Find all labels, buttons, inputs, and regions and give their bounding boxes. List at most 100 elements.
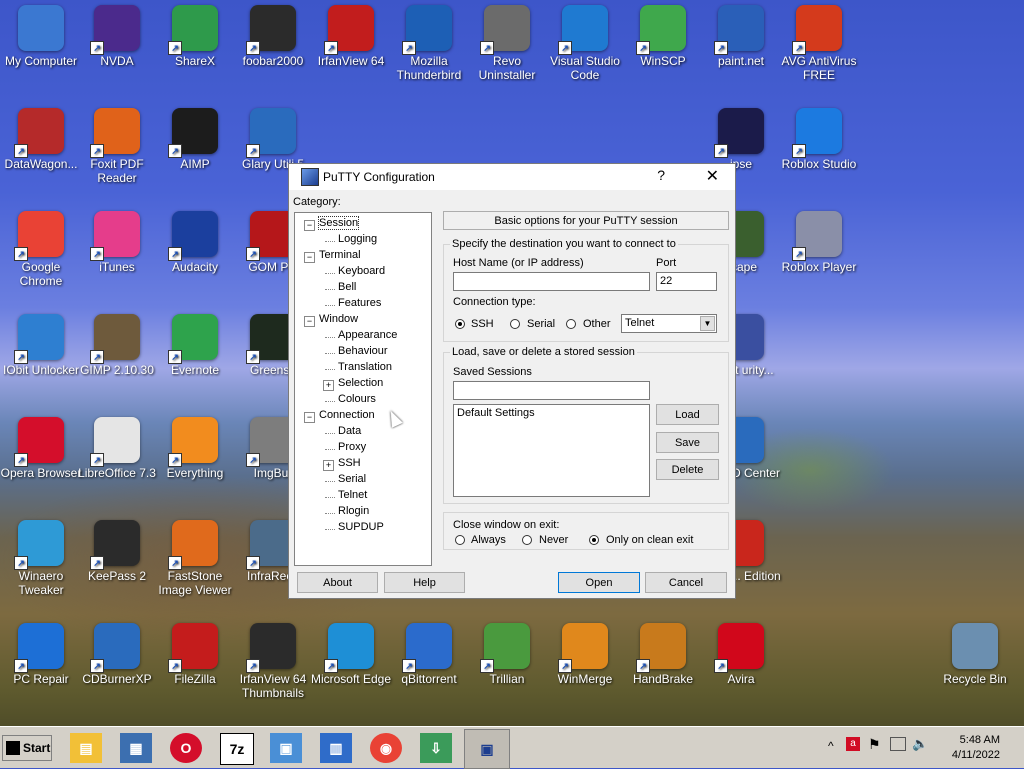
desktop-icon[interactable]: ↗ FileZilla	[154, 623, 236, 686]
control-panel-icon[interactable]: ▣	[270, 733, 302, 763]
chrome-icon[interactable]: ◉	[370, 733, 402, 763]
desktop-icon[interactable]: ↗ IObit Unlocker	[0, 314, 82, 377]
radio-clean-exit[interactable]	[589, 535, 599, 545]
file-explorer-icon[interactable]: ▤	[70, 733, 102, 763]
desktop-icon[interactable]: ↗ AVG AntiVirus FREE	[778, 5, 860, 82]
tree-item[interactable]: Translation	[338, 361, 392, 373]
volume-icon[interactable]: 🔈	[912, 736, 928, 752]
other-protocol-select[interactable]: Telnet ▼	[621, 314, 717, 333]
tree-item[interactable]: Bell	[338, 281, 356, 293]
help-question-icon[interactable]: ?	[657, 167, 665, 183]
desktop-icon[interactable]: ↗ Roblox Player	[778, 211, 860, 274]
desktop-icon[interactable]: ↗ NVDA	[76, 5, 158, 68]
tree-item[interactable]: Data	[338, 425, 361, 437]
collapse-icon[interactable]: −	[304, 220, 315, 231]
desktop-icon[interactable]: ↗ Google Chrome	[0, 211, 82, 288]
desktop-icon[interactable]: ↗ Mozilla Thunderbird	[388, 5, 470, 82]
desktop-icon[interactable]: ↗ Audacity	[154, 211, 236, 274]
expand-icon[interactable]: +	[323, 460, 334, 471]
desktop-icon[interactable]: ↗ Visual Studio Code	[544, 5, 626, 82]
desktop-icon[interactable]: ↗ WinMerge	[544, 623, 626, 686]
tree-item[interactable]: Session	[317, 216, 360, 230]
installer-icon[interactable]: ▥	[320, 733, 352, 763]
tree-item[interactable]: Appearance	[338, 329, 397, 341]
radio-always[interactable]	[455, 535, 465, 545]
desktop-icon[interactable]: ↗ ipse	[700, 108, 782, 171]
desktop-icon[interactable]: My Computer	[0, 5, 82, 68]
desktop-icon[interactable]: ↗ AIMP	[154, 108, 236, 171]
desktop-icon[interactable]: ↗ ShareX	[154, 5, 236, 68]
about-button[interactable]: About	[297, 572, 378, 593]
desktop-icon[interactable]: ↗ WinSCP	[622, 5, 704, 68]
desktop-icon[interactable]: ↗ GIMP 2.10.30	[76, 314, 158, 377]
radio-other[interactable]	[566, 319, 576, 329]
desktop-icon[interactable]: Recycle Bin	[934, 623, 1016, 686]
desktop-icon[interactable]: ↗ Everything	[154, 417, 236, 480]
load-button[interactable]: Load	[656, 404, 719, 425]
desktop-icon[interactable]: ↗ Opera Browser	[0, 417, 82, 480]
tree-item[interactable]: Logging	[338, 233, 377, 245]
sessions-list[interactable]: Default Settings	[453, 404, 650, 497]
tree-item[interactable]: Proxy	[338, 441, 366, 453]
desktop-icon[interactable]: ↗ KeePass 2	[76, 520, 158, 583]
saved-sessions-input[interactable]	[453, 381, 650, 400]
clock[interactable]: 5:48 AM 4/11/2022	[952, 733, 1000, 763]
desktop-icon[interactable]: ↗ Foxit PDF Reader	[76, 108, 158, 185]
desktop-icon[interactable]: ↗ Roblox Studio	[778, 108, 860, 171]
expand-icon[interactable]: +	[323, 380, 334, 391]
chevron-down-icon[interactable]: ▼	[700, 316, 715, 331]
desktop-icon[interactable]: ↗ Winaero Tweaker	[0, 520, 82, 597]
title-bar[interactable]: PuTTY Configuration ? ✕	[289, 164, 735, 190]
collapse-icon[interactable]: −	[304, 412, 315, 423]
collapse-icon[interactable]: −	[304, 316, 315, 327]
tree-item[interactable]: Terminal	[319, 249, 361, 261]
delete-button[interactable]: Delete	[656, 459, 719, 480]
list-item[interactable]: Default Settings	[457, 407, 646, 419]
network-tray-icon[interactable]	[890, 737, 906, 751]
tree-item[interactable]: Connection	[319, 409, 375, 421]
desktop-icon[interactable]: ↗ Microsoft Edge	[310, 623, 392, 686]
cancel-button[interactable]: Cancel	[645, 572, 727, 593]
flag-tray-icon[interactable]: ⚑	[868, 736, 881, 753]
tree-item[interactable]: Keyboard	[338, 265, 385, 277]
window-switcher-icon[interactable]: ▦	[120, 733, 152, 763]
desktop-icon[interactable]: ↗ foobar2000	[232, 5, 314, 68]
tree-item[interactable]: SSH	[338, 457, 361, 469]
save-button[interactable]: Save	[656, 432, 719, 453]
desktop-icon[interactable]: ↗ DataWagon...	[0, 108, 82, 171]
tree-item[interactable]: Serial	[338, 473, 366, 485]
radio-serial[interactable]	[510, 319, 520, 329]
opera-icon[interactable]: O	[170, 733, 202, 763]
tree-item[interactable]: Window	[319, 313, 358, 325]
avira-tray-icon[interactable]: a	[846, 737, 860, 751]
desktop-icon[interactable]: ↗ IrfanView 64 Thumbnails	[232, 623, 314, 700]
chevron-up-icon[interactable]: ^	[828, 739, 834, 753]
host-name-input[interactable]	[453, 272, 650, 291]
open-button[interactable]: Open	[558, 572, 640, 593]
port-input[interactable]: 22	[656, 272, 717, 291]
desktop-icon[interactable]: ↗ IrfanView 64	[310, 5, 392, 68]
desktop-icon[interactable]: ↗ qBittorrent	[388, 623, 470, 686]
desktop-icon[interactable]: ↗ Trillian	[466, 623, 548, 686]
desktop-icon[interactable]: ↗ LibreOffice 7.3	[76, 417, 158, 480]
7zip-icon[interactable]: 7z	[220, 733, 254, 765]
download-icon[interactable]: ⇩	[420, 733, 452, 763]
desktop-icon[interactable]: ↗ Revo Uninstaller	[466, 5, 548, 82]
desktop-icon[interactable]: ↗ HandBrake	[622, 623, 704, 686]
putty-taskbar-icon[interactable]: ▣	[464, 729, 510, 769]
tree-item[interactable]: SUPDUP	[338, 521, 384, 533]
desktop-icon[interactable]: ↗ Avira	[700, 623, 782, 686]
desktop-icon[interactable]: ↗ CDBurnerXP	[76, 623, 158, 686]
desktop-icon[interactable]: ↗ FastStone Image Viewer	[154, 520, 236, 597]
tree-item[interactable]: Rlogin	[338, 505, 369, 517]
help-button[interactable]: Help	[384, 572, 465, 593]
close-icon[interactable]: ✕	[706, 166, 719, 186]
radio-ssh[interactable]	[455, 319, 465, 329]
desktop-icon[interactable]: ↗ Evernote	[154, 314, 236, 377]
tree-item[interactable]: Features	[338, 297, 381, 309]
tree-item[interactable]: Behaviour	[338, 345, 388, 357]
desktop-icon[interactable]: ↗ Glary Utili 5	[232, 108, 314, 171]
radio-never[interactable]	[522, 535, 532, 545]
desktop-icon[interactable]: ↗ paint.net	[700, 5, 782, 68]
start-button[interactable]: Start	[2, 735, 52, 761]
